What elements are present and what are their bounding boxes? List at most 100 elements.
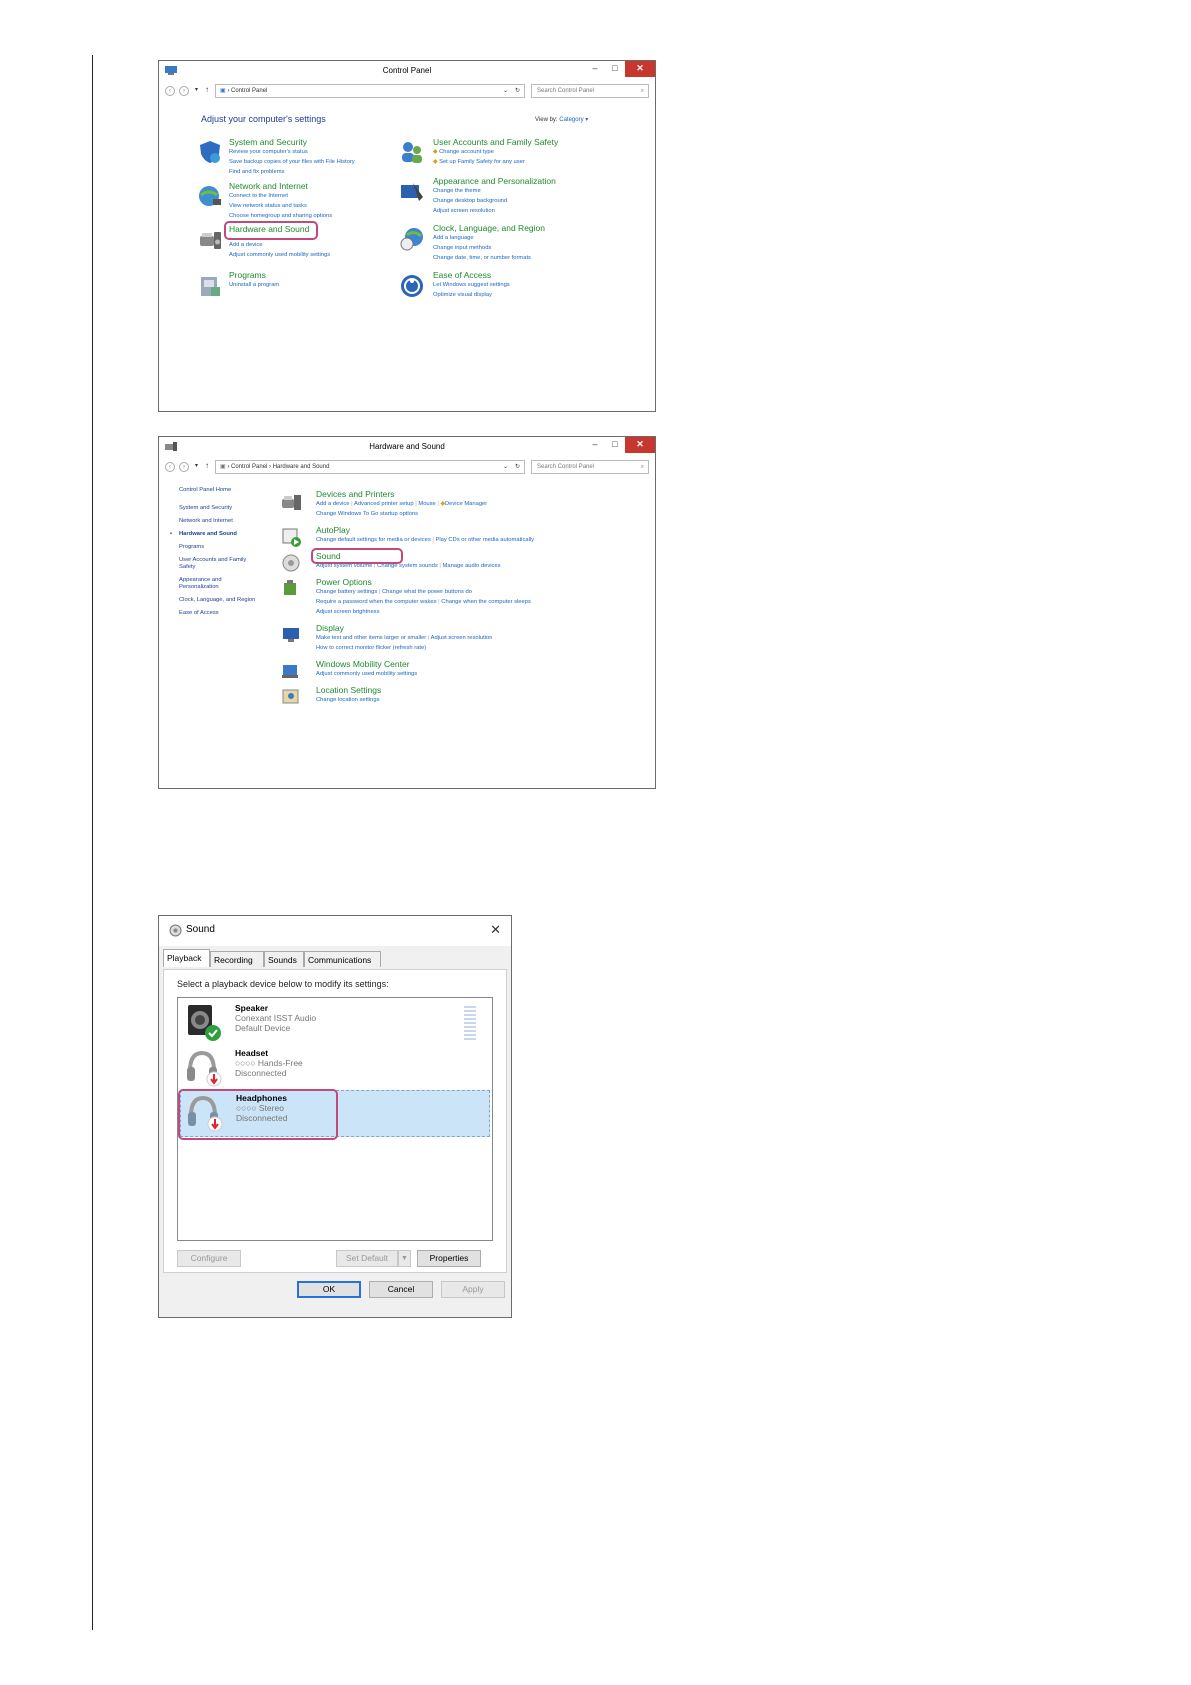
section-title[interactable]: Display (316, 623, 493, 633)
category-link[interactable]: Save backup copies of your files with Fi… (229, 157, 355, 167)
apply-button[interactable]: Apply (441, 1281, 505, 1298)
search-input[interactable]: Search Control Panel ⌕ (531, 84, 649, 98)
ok-button[interactable]: OK (297, 1281, 361, 1298)
section-title[interactable]: AutoPlay (316, 525, 534, 535)
section-link[interactable]: Adjust commonly used mobility settings (316, 669, 417, 679)
nav-item[interactable]: Clock, Language, and Region (179, 597, 279, 610)
address-dropdown-icon[interactable]: ⌄ (503, 85, 508, 97)
search-input[interactable]: Search Control Panel ⌕ (531, 460, 649, 474)
minimize-button[interactable]: – (585, 61, 605, 77)
section-link[interactable]: Adjust screen resolution (431, 635, 493, 641)
category-link[interactable]: Let Windows suggest settings (433, 280, 510, 290)
category-link[interactable]: Change desktop background (433, 196, 556, 206)
breadcrumb-control-panel[interactable]: Control Panel (231, 464, 267, 470)
section-link[interactable]: Change default settings for media or dev… (316, 537, 431, 543)
category-link[interactable]: Change date, time, or number formats (433, 253, 545, 263)
section-link[interactable]: Mouse (418, 501, 435, 507)
device-row[interactable]: Headset ○○○○ Hands-Free Disconnected (178, 1045, 492, 1090)
category-link-text[interactable]: Change account type (439, 149, 494, 155)
nav-item-current[interactable]: • Hardware and Sound (170, 531, 279, 544)
category-title[interactable]: System and Security (229, 137, 355, 147)
section-title[interactable]: Power Options (316, 577, 531, 587)
section-link[interactable]: Change what the power buttons do (382, 589, 472, 595)
back-icon[interactable]: ‹ (165, 86, 175, 96)
nav-item[interactable]: User Accounts and Family Safety (179, 557, 263, 577)
nav-item[interactable]: Ease of Access (179, 610, 279, 623)
cancel-button[interactable]: Cancel (369, 1281, 433, 1298)
section-link[interactable]: Change battery settings (316, 589, 377, 595)
section-title[interactable]: Devices and Printers (316, 489, 487, 499)
configure-button[interactable]: Configure (177, 1250, 241, 1267)
category-link[interactable]: Add a language (433, 233, 545, 243)
forward-icon[interactable]: › (179, 462, 189, 472)
category-link[interactable]: Uninstall a program (229, 280, 279, 290)
section-link[interactable]: Require a password when the computer wak… (316, 599, 437, 605)
section-link[interactable]: Make text and other items larger or smal… (316, 635, 426, 641)
maximize-button[interactable]: □ (605, 61, 625, 77)
section-link[interactable]: Advanced printer setup (354, 501, 414, 507)
recent-dropdown-icon[interactable]: ▾ (195, 86, 198, 93)
section-link[interactable]: Play CDs or other media automatically (435, 537, 534, 543)
device-row[interactable]: Speaker Conexant ISST Audio Default Devi… (178, 998, 492, 1043)
category-link[interactable]: View network status and tasks (229, 201, 332, 211)
category-link[interactable]: Choose homegroup and sharing options (229, 211, 332, 221)
nav-item[interactable]: Programs (179, 544, 279, 557)
category-link[interactable]: Review your computer's status (229, 147, 355, 157)
category-link-text[interactable]: Set up Family Safety for any user (439, 159, 525, 165)
category-link[interactable]: Connect to the Internet (229, 191, 332, 201)
section-title[interactable]: Windows Mobility Center (316, 659, 417, 669)
up-arrow-icon[interactable]: ↑ (205, 85, 209, 94)
address-dropdown-icon[interactable]: ⌄ (503, 461, 508, 473)
device-list[interactable]: Speaker Conexant ISST Audio Default Devi… (177, 997, 493, 1241)
refresh-icon[interactable]: ↻ (515, 461, 520, 473)
address-field[interactable]: ▣ › Control Panel ⌄ ↻ (215, 84, 525, 98)
section-link[interactable]: Device Manager (445, 501, 487, 507)
nav-item[interactable]: System and Security (179, 505, 279, 518)
tab-communications[interactable]: Communications (304, 951, 381, 967)
address-field[interactable]: ▣ › Control Panel › Hardware and Sound ⌄… (215, 460, 525, 474)
view-by-dropdown[interactable]: Category (559, 117, 583, 123)
back-icon[interactable]: ‹ (165, 462, 175, 472)
category-title[interactable]: Ease of Access (433, 270, 510, 280)
category-link[interactable]: Adjust commonly used mobility settings (229, 250, 330, 260)
nav-item[interactable]: Control Panel Home (179, 487, 279, 505)
section-link[interactable]: Adjust screen brightness (316, 607, 531, 617)
set-default-dropdown-icon[interactable]: ▼ (398, 1250, 411, 1267)
section-link[interactable]: Change when the computer sleeps (441, 599, 531, 605)
close-button[interactable]: ✕ (625, 61, 655, 77)
category-title[interactable]: Programs (229, 270, 279, 280)
maximize-button[interactable]: □ (605, 437, 625, 453)
category-title[interactable]: Clock, Language, and Region (433, 223, 545, 233)
section-link[interactable]: Change location settings (316, 695, 381, 705)
breadcrumb-hardware-sound[interactable]: Hardware and Sound (273, 464, 330, 470)
recent-dropdown-icon[interactable]: ▾ (195, 462, 198, 469)
minimize-button[interactable]: – (585, 437, 605, 453)
section-link[interactable]: Manage audio devices (443, 563, 501, 569)
section-link[interactable]: Change Windows To Go startup options (316, 509, 487, 519)
category-title[interactable]: Network and Internet (229, 181, 332, 191)
close-icon[interactable]: ✕ (490, 922, 501, 938)
refresh-icon[interactable]: ↻ (515, 85, 520, 97)
category-link[interactable]: Change input methods (433, 243, 545, 253)
forward-icon[interactable]: › (179, 86, 189, 96)
up-arrow-icon[interactable]: ↑ (205, 461, 209, 470)
close-button[interactable]: ✕ (625, 437, 655, 453)
category-link[interactable]: Adjust screen resolution (433, 206, 556, 216)
category-link[interactable]: Change the theme (433, 186, 556, 196)
section-link[interactable]: How to correct monitor flicker (refresh … (316, 643, 493, 653)
tab-playback[interactable]: Playback (163, 949, 210, 967)
section-link[interactable]: Add a device (316, 501, 350, 507)
category-link[interactable]: Find and fix problems (229, 167, 355, 177)
category-link[interactable]: Add a device (229, 240, 330, 250)
category-link[interactable]: Optimize visual display (433, 290, 510, 300)
set-default-button[interactable]: Set Default (336, 1250, 398, 1267)
nav-item[interactable]: Network and Internet (179, 518, 279, 531)
section-title[interactable]: Location Settings (316, 685, 381, 695)
breadcrumb-control-panel[interactable]: Control Panel (231, 88, 267, 94)
properties-button[interactable]: Properties (417, 1250, 481, 1267)
category-title[interactable]: Appearance and Personalization (433, 176, 556, 186)
view-by-chevron-icon[interactable]: ▾ (585, 117, 588, 123)
category-title[interactable]: User Accounts and Family Safety (433, 137, 558, 147)
nav-item[interactable]: Appearance and Personalization (179, 577, 239, 597)
tab-recording[interactable]: Recording (210, 951, 264, 967)
